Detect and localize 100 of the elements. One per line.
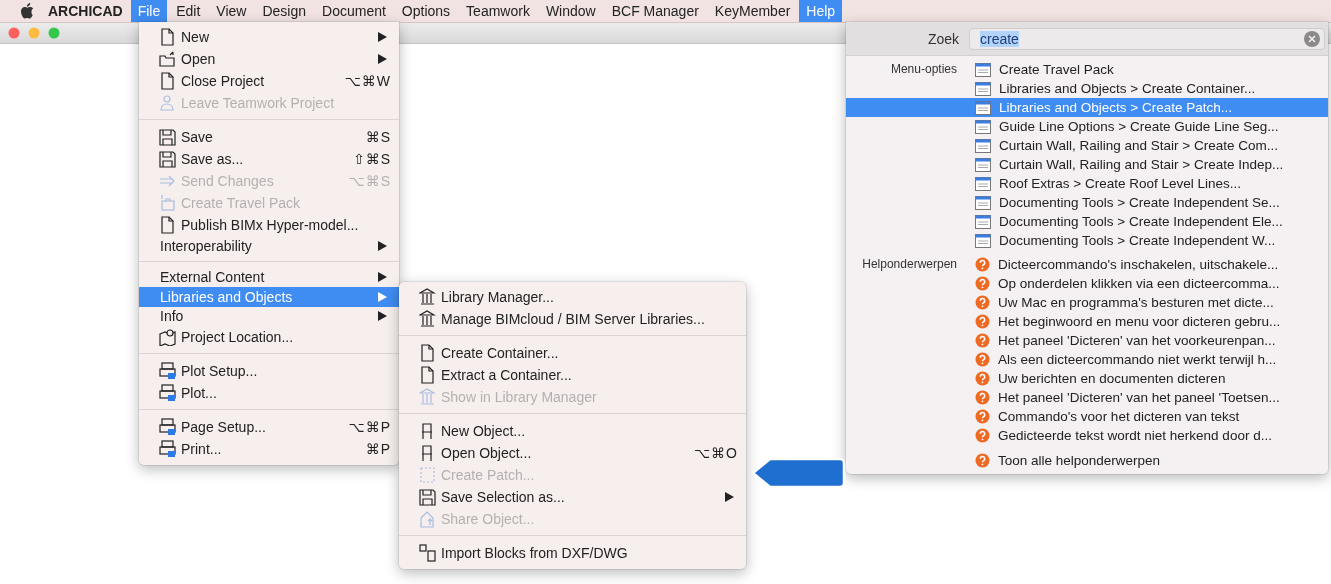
menu-bar-item[interactable]: Teamwork bbox=[459, 0, 537, 22]
help-icon bbox=[975, 352, 990, 367]
window-icon bbox=[975, 119, 991, 134]
floppy-disk-icon bbox=[159, 150, 176, 168]
floppy-disk-icon bbox=[419, 488, 436, 506]
menu-bar-item[interactable]: Design bbox=[255, 0, 314, 22]
printer-icon bbox=[159, 362, 176, 380]
help-icon bbox=[975, 409, 990, 424]
help-topic[interactable]: Het paneel 'Dicteren' van het paneel 'Toetsen... bbox=[975, 388, 1328, 407]
menu-item[interactable]: Save as... ⇧⌘S bbox=[139, 148, 399, 170]
blocks-icon bbox=[419, 544, 436, 562]
help-topic[interactable]: Op onderdelen klikken via een dicteercomma... bbox=[975, 274, 1328, 293]
help-topic[interactable]: Het beginwoord en menu voor dicteren gebru... bbox=[975, 312, 1328, 331]
menu-option[interactable]: Curtain Wall, Railing and Stair > Create Com... bbox=[975, 136, 1328, 155]
help-icon bbox=[975, 295, 990, 310]
menu-item[interactable]: Print... ⌘P bbox=[139, 438, 399, 460]
building-icon bbox=[419, 310, 436, 328]
help-icon bbox=[975, 428, 990, 443]
help-icon bbox=[975, 276, 990, 291]
menu-item[interactable]: Open bbox=[139, 48, 399, 70]
menu-item[interactable]: New bbox=[139, 26, 399, 48]
menu-item[interactable]: External Content bbox=[139, 267, 399, 287]
menu-item[interactable]: Save ⌘S bbox=[139, 126, 399, 148]
menu-item[interactable]: Create Container... bbox=[399, 342, 746, 364]
menu-item[interactable]: Plot Setup... bbox=[139, 360, 399, 382]
printer-icon bbox=[159, 440, 176, 458]
menu-item[interactable]: Page Setup... ⌥⌘P bbox=[139, 416, 399, 438]
help-topic[interactable]: Gedicteerde tekst wordt niet herkend door d... bbox=[975, 426, 1328, 445]
window-icon bbox=[975, 214, 991, 229]
menu-item[interactable]: New Object... bbox=[399, 420, 746, 442]
document-icon bbox=[159, 72, 176, 90]
menu-item[interactable]: Manage BIMcloud / BIM Server Libraries... bbox=[399, 308, 746, 330]
close-icon bbox=[1308, 34, 1316, 43]
help-topic[interactable]: Als een dicteercommando niet werkt terwijl h... bbox=[975, 350, 1328, 369]
folder-icon bbox=[159, 50, 176, 68]
search-label: Zoek bbox=[926, 30, 960, 47]
menu-item[interactable]: Import Blocks from DXF/DWG bbox=[399, 542, 746, 564]
window-icon bbox=[975, 138, 991, 153]
section-label: Helponderwerpen bbox=[861, 256, 958, 273]
clear-button[interactable] bbox=[1304, 30, 1320, 47]
window-icon bbox=[975, 233, 991, 248]
help-icon bbox=[975, 257, 990, 272]
help-topic[interactable]: Commando's voor het dicteren van tekst bbox=[975, 407, 1328, 426]
menu-option[interactable]: Curtain Wall, Railing and Stair > Create Indep... bbox=[975, 155, 1328, 174]
suitcase-icon bbox=[159, 194, 176, 212]
menu-bar-item[interactable]: View bbox=[209, 0, 254, 22]
app-name: ARCHICAD bbox=[47, 2, 124, 21]
menu-item[interactable]: Save Selection as... bbox=[399, 486, 746, 508]
menu-item[interactable]: Publish BIMx Hyper-model... bbox=[139, 214, 399, 236]
help-topic[interactable]: Uw berichten en documenten dicteren bbox=[975, 369, 1328, 388]
section-label: Menu-opties bbox=[889, 61, 958, 78]
help-icon bbox=[975, 333, 990, 348]
show-all-link[interactable]: Toon alle helponderwerpen bbox=[846, 451, 1328, 470]
help-topic[interactable]: Uw Mac en programma's besturen met dicte... bbox=[975, 293, 1328, 312]
menu-item[interactable]: Plot... bbox=[139, 382, 399, 404]
menu-option[interactable]: Create Travel Pack bbox=[975, 60, 1328, 79]
menu-bar-item[interactable]: Window bbox=[538, 0, 603, 22]
menu-item[interactable]: Open Object... ⌥⌘O bbox=[399, 442, 746, 464]
help-icon bbox=[975, 453, 990, 468]
window-controls-icon bbox=[8, 27, 62, 39]
menu-bar-item[interactable]: Document bbox=[315, 0, 393, 22]
house-icon bbox=[419, 510, 436, 528]
menu-item[interactable]: Close Project ⌥⌘W bbox=[139, 70, 399, 92]
help-topic[interactable]: Dicteercommando's inschakelen, uitschakele... bbox=[975, 255, 1328, 274]
document-icon bbox=[159, 28, 176, 46]
menu-bar-item[interactable]: BCF Manager bbox=[604, 0, 706, 22]
menu-option[interactable]: Guide Line Options > Create Guide Line Seg... bbox=[975, 117, 1328, 136]
menu-item[interactable]: Library Manager... bbox=[399, 286, 746, 308]
document-icon bbox=[419, 366, 436, 384]
document-icon bbox=[159, 216, 176, 234]
building-icon bbox=[419, 288, 436, 306]
menu-bar-item[interactable]: Edit bbox=[169, 0, 208, 22]
window-icon bbox=[975, 157, 991, 172]
help-icon bbox=[975, 371, 990, 386]
window-icon bbox=[975, 100, 991, 115]
apple-icon bbox=[20, 3, 34, 19]
printer-icon bbox=[159, 418, 176, 436]
document-icon bbox=[419, 344, 436, 362]
menu-item[interactable]: Project Location... bbox=[139, 326, 399, 348]
search-field[interactable]: create bbox=[969, 27, 1325, 50]
person-icon bbox=[159, 94, 176, 112]
map-pin-icon bbox=[159, 328, 176, 346]
menu-option[interactable]: Roof Extras > Create Roof Level Lines... bbox=[975, 174, 1328, 193]
help-topic[interactable]: Het paneel 'Dicteren' van het voorkeurenpan... bbox=[975, 331, 1328, 350]
window-icon bbox=[975, 195, 991, 210]
menu-bar-item[interactable]: KeyMember bbox=[707, 0, 798, 22]
menu-option[interactable]: Documenting Tools > Create Independent Se... bbox=[975, 193, 1328, 212]
menu-bar-item[interactable]: Options bbox=[394, 0, 458, 22]
menu-option[interactable]: Documenting Tools > Create Independent Ele... bbox=[975, 212, 1328, 231]
floppy-disk-icon bbox=[159, 128, 176, 146]
menu-option[interactable]: Libraries and Objects > Create Container... bbox=[975, 79, 1328, 98]
menu-item[interactable]: Info bbox=[139, 306, 399, 326]
window-icon bbox=[975, 81, 991, 96]
help-icon bbox=[975, 390, 990, 405]
menu-item[interactable]: Interoperability bbox=[139, 236, 399, 256]
building-icon bbox=[419, 388, 436, 406]
help-icon bbox=[975, 314, 990, 329]
menu-option[interactable]: Documenting Tools > Create Independent W... bbox=[975, 231, 1328, 250]
menu-item[interactable]: Extract a Container... bbox=[399, 364, 746, 386]
window-icon bbox=[975, 62, 991, 77]
